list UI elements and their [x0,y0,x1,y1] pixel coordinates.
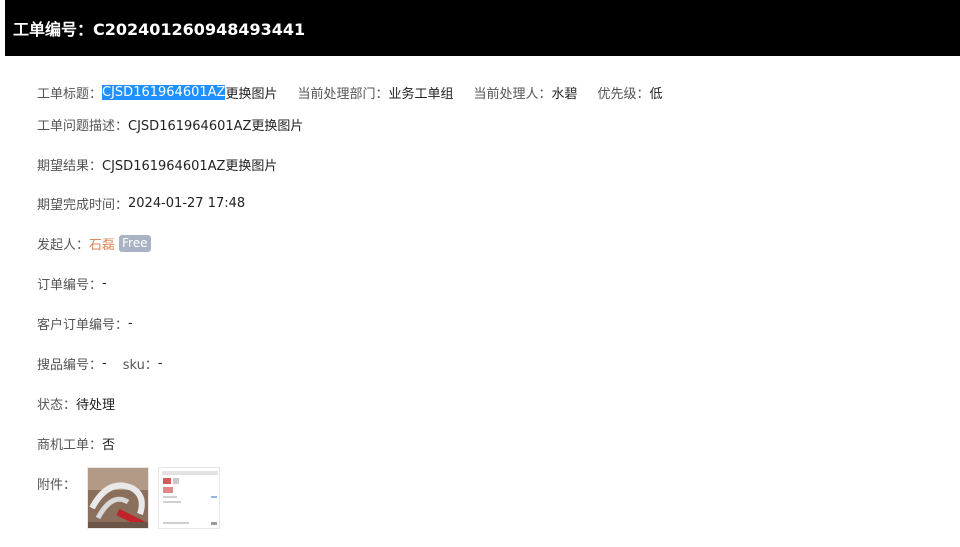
ticket-header: 工单编号：C202401260948493441 [5,0,960,56]
attachment-thumbnail-photo[interactable] [87,467,149,529]
expected-time-row: 期望完成时间： 2024-01-27 17:48 [37,193,245,213]
sourcing-no-label: 搜品编号： [37,357,103,373]
status-value: 待处理 [76,397,116,413]
photo-thumbnail-icon [88,468,148,528]
expected-result-label: 期望结果： [37,158,103,174]
sku-value: - [157,355,163,371]
sku-label: sku： [122,357,158,373]
ticket-number-title: 工单编号：C202401260948493441 [13,20,306,39]
opportunity-value: 否 [102,437,116,453]
initiator-row: 发起人： 石磊 Free [37,233,151,253]
title-label: 工单标题： [37,86,103,102]
screenshot-thumbnail-icon [159,468,219,528]
order-no-label: 订单编号： [37,277,103,293]
expected-time-label: 期望完成时间： [37,197,129,213]
description-row: 工单问题描述： CJSD161964601AZ更换图片 [37,114,303,134]
priority-label: 优先级： [597,86,650,102]
title-rest-text[interactable]: 更换图片 [225,83,277,102]
ticket-detail-page: 工单编号：C202401260948493441 工单标题： CJSD16196… [0,0,960,547]
expected-result-value: CJSD161964601AZ更换图片 [102,158,278,174]
opportunity-row: 商机工单： 否 [37,433,115,453]
expected-time-value: 2024-01-27 17:48 [128,195,246,211]
attachment-thumbnail-screenshot[interactable] [158,467,220,529]
initiator-plan-badge: Free [119,234,151,252]
customer-order-label: 客户订单编号： [37,317,129,333]
status-label: 状态： [37,397,77,413]
priority-value: 低 [649,86,663,102]
dept-label: 当前处理部门： [297,86,389,102]
initiator-name[interactable]: 石磊 [89,234,115,253]
expected-result-row: 期望结果： CJSD161964601AZ更换图片 [37,154,277,174]
customer-order-value: - [128,315,133,331]
sourcing-no-value: - [102,355,107,371]
handler-label: 当前处理人： [473,86,552,102]
description-value: CJSD161964601AZ更换图片 [128,118,304,134]
summary-row: 工单标题： CJSD161964601AZ 更换图片 当前处理部门： 业务工单组… [37,82,663,102]
sourcing-row: 搜品编号： - sku： - [37,353,163,373]
order-no-row: 订单编号： - [37,273,107,293]
attachment-list [87,467,220,529]
title-highlight-text[interactable]: CJSD161964601AZ [102,84,226,100]
attachments-row: 附件： [37,473,76,493]
attachments-label: 附件： [37,477,77,493]
description-label: 工单问题描述： [37,118,129,134]
customer-order-row: 客户订单编号： - [37,313,133,333]
order-no-value: - [102,275,107,291]
opportunity-label: 商机工单： [37,437,103,453]
status-row: 状态： 待处理 [37,393,115,413]
dept-value: 业务工单组 [388,86,454,102]
initiator-label: 发起人： [37,237,90,253]
handler-value: 水碧 [551,86,578,102]
